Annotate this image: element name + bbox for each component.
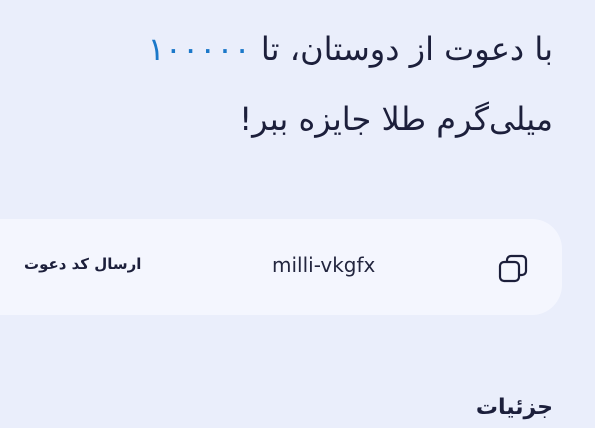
promo-headline: با دعوت از دوستان، تا ۱۰۰۰۰۰ میلی‌گرم طل… [13,14,553,154]
promo-line1-prefix: با دعوت از دوستان، تا [250,30,553,68]
details-heading-partial: جزئیات [475,395,553,420]
copy-icon [495,251,531,287]
invite-code-card: ارسال کد دعوت milli-vkgfx [0,219,562,315]
promo-amount: ۱۰۰۰۰۰ [147,30,251,68]
copy-code-button[interactable] [492,248,534,290]
send-invite-code-button[interactable]: ارسال کد دعوت [24,255,184,273]
promo-line2: میلی‌گرم طلا جایزه ببر! [239,100,553,138]
invite-code-value: milli-vkgfx [272,253,376,277]
